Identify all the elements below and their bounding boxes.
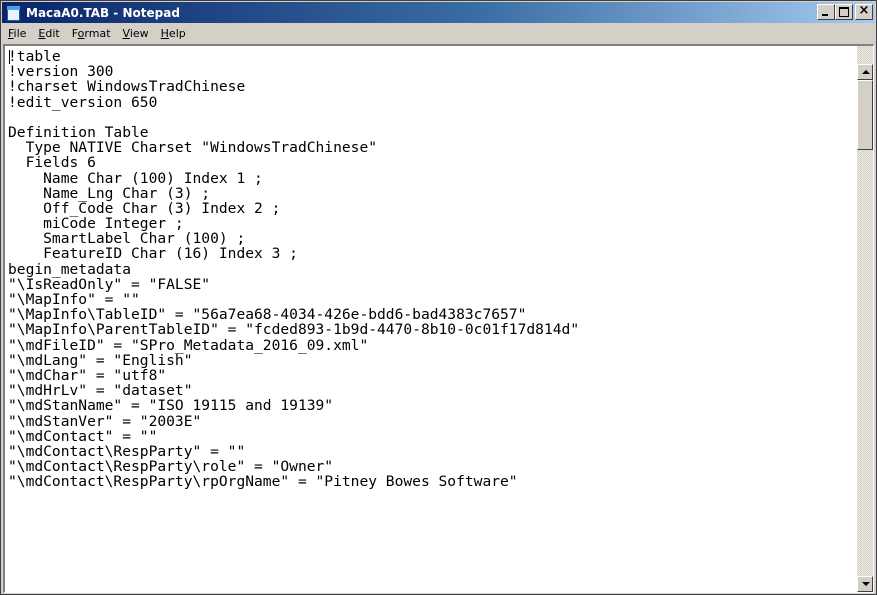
text-line: Fields 6 [8,154,96,172]
menu-help[interactable]: Help [155,24,192,43]
text-line: !charset WindowsTradChinese [8,78,246,96]
text-line: "\mdStanName" = "ISO 19115 and 19139" [8,397,334,415]
text-caret [9,50,10,64]
text-line: "\mdFileID" = "SPro_Metadata_2016_09.xml… [8,336,369,354]
vertical-scrollbar[interactable] [857,46,873,592]
text-line: "\MapInfo\ParentTableID" = "fcded893-1b9… [8,321,580,339]
notepad-window: MacaA0.TAB - Notepad × File Edit Format … [0,0,877,595]
maximize-button[interactable] [835,4,853,20]
text-line: miCode Integer ; [8,215,184,233]
text-line: !version 300 [8,63,114,81]
close-icon: × [858,3,870,18]
text-line: Type NATIVE Charset "WindowsTradChinese" [8,139,378,157]
minimize-icon [822,14,828,16]
text-line: Definition Table [8,123,149,141]
text-line: Name_Lng Char (3) ; [8,184,211,202]
editor-frame: !table !version 300 !charset WindowsTradCh… [3,44,874,593]
text-line: "\MapInfo" = "" [8,291,140,308]
text-line [8,110,855,125]
scroll-up-button[interactable] [857,64,873,80]
text-line: "\mdContact\RespParty" = "" [8,442,246,460]
window-title: MacaA0.TAB - Notepad [26,5,180,20]
maximize-icon [839,7,849,17]
scroll-down-button[interactable] [857,576,873,592]
menu-view[interactable]: View [117,24,155,43]
text-line: "\mdHrLv" = "dataset" [8,382,193,400]
text-line: FeatureID Char (16) Index 3 ; [8,245,298,263]
text-line: "\IsReadOnly" = "FALSE" [8,275,211,293]
text-line: "\mdContact" = "" [8,427,158,445]
title-bar[interactable]: MacaA0.TAB - Notepad × [2,2,875,23]
menu-edit[interactable]: Edit [32,24,65,43]
minimize-button[interactable] [817,4,835,20]
text-line: "\MapInfo\TableID" = "56a7ea68-4034-426e… [8,306,527,324]
scroll-thumb[interactable] [857,80,873,150]
close-button[interactable]: × [855,3,873,20]
menu-file[interactable]: File [2,24,32,43]
text-line: "\mdContact\RespParty\role" = "Owner" [8,458,334,476]
menu-bar: File Edit Format View Help [2,24,875,43]
text-line: !table [8,48,61,65]
text-line: Name Char (100) Index 1 ; [8,169,263,187]
notepad-icon[interactable] [5,5,21,21]
text-line: "\mdContact\RespParty\rpOrgName" = "Pitn… [8,473,518,491]
text-line: !edit_version 650 [8,93,158,111]
caption-buttons: × [817,3,873,20]
text-line: Off_Code Char (3) Index 2 ; [8,199,281,217]
scroll-down-arrow-icon [862,582,870,586]
text-line: begin_metadata [8,260,132,278]
scroll-up-arrow-icon [862,70,870,74]
text-line: "\mdChar" = "utf8" [8,366,167,384]
text-editor[interactable]: !table !version 300 !charset WindowsTradCh… [5,46,855,592]
text-line: SmartLabel Char (100) ; [8,230,246,248]
text-line: "\mdStanVer" = "2003E" [8,412,202,430]
text-line: "\mdLang" = "English" [8,351,193,369]
menu-format[interactable]: Format [66,24,117,43]
